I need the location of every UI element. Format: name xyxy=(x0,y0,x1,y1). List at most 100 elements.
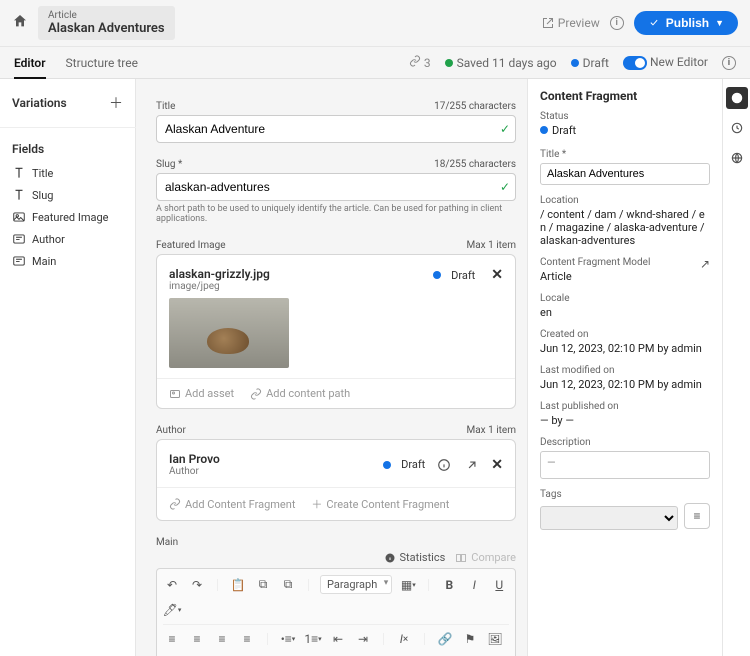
draft-status: Draft xyxy=(571,56,609,70)
link-icon[interactable]: 🔗 xyxy=(436,630,454,648)
anchor-icon[interactable]: ⚑ xyxy=(461,630,479,648)
right-title-label: Title * xyxy=(540,149,710,160)
info-icon[interactable] xyxy=(435,456,453,474)
add-content-path-button[interactable]: Add content path xyxy=(250,387,350,400)
align-justify-icon[interactable]: ≡ xyxy=(238,630,256,648)
field-slug[interactable]: Slug xyxy=(0,184,135,206)
copy-icon[interactable]: ⧉ xyxy=(254,576,272,594)
main-editor: Title 17/255 characters ✓ Slug * 18/255 … xyxy=(136,79,527,656)
editor-tabs: Editor Structure tree xyxy=(14,48,138,78)
tab-editor[interactable]: Editor xyxy=(14,48,46,78)
paste-icon[interactable]: 📋 xyxy=(229,576,247,594)
underline-icon[interactable]: U xyxy=(490,576,508,594)
clear-format-icon[interactable]: I× xyxy=(395,630,413,648)
author-box: Ian Provo Author Draft ✕ Add Content Fra… xyxy=(156,439,516,521)
ordered-list-icon[interactable]: 1≡▾ xyxy=(304,630,322,648)
checkmark-icon: ✓ xyxy=(500,122,510,136)
add-asset-button[interactable]: Add asset xyxy=(169,387,234,400)
left-panel: Variations ＋ Fields Title Slug Featured … xyxy=(0,79,136,656)
slug-help: A short path to be used to uniquely iden… xyxy=(156,204,516,224)
main-label: Main xyxy=(156,537,178,548)
slug-field: Slug * 18/255 characters ✓ A short path … xyxy=(156,159,516,224)
location-value: / content / dam / wknd-shared / en / mag… xyxy=(540,208,710,247)
create-content-fragment-button[interactable]: ＋ Create Content Fragment xyxy=(311,496,449,512)
featured-image-box: alaskan-grizzly.jpg image/jpeg Draft ✕ A… xyxy=(156,254,516,409)
info-icon[interactable]: i xyxy=(722,56,736,70)
tab-structure-tree[interactable]: Structure tree xyxy=(66,48,138,78)
asset-thumbnail[interactable] xyxy=(169,298,289,368)
open-icon[interactable] xyxy=(463,456,481,474)
asset-actions: Add asset Add content path xyxy=(157,378,515,408)
help-icon[interactable]: i xyxy=(610,16,624,30)
author-role: Author xyxy=(169,466,373,477)
breadcrumb[interactable]: Article Alaskan Adventures xyxy=(38,6,175,40)
history-tab-icon[interactable] xyxy=(726,117,748,139)
bullet-list-icon[interactable]: •≡▾ xyxy=(279,630,297,648)
slug-input[interactable] xyxy=(156,173,516,201)
modified-value: Jun 12, 2023, 02:10 PM by admin xyxy=(540,378,710,391)
table-icon[interactable]: ▦▾ xyxy=(399,576,417,594)
field-title[interactable]: Title xyxy=(0,162,135,184)
align-center-icon[interactable]: ≡ xyxy=(188,630,206,648)
cut-icon[interactable]: ⧉ xyxy=(279,576,297,594)
author-field: Author Max 1 item Ian Provo Author Draft… xyxy=(156,425,516,521)
align-left-icon[interactable]: ≡ xyxy=(163,630,181,648)
undo-icon[interactable]: ↶ xyxy=(163,576,181,594)
italic-icon[interactable]: I xyxy=(465,576,483,594)
title-charcount: 17/255 characters xyxy=(434,101,516,112)
asset-status: Draft xyxy=(433,269,475,282)
bold-icon[interactable]: B xyxy=(440,576,458,594)
slug-label: Slug * xyxy=(156,159,182,170)
sub-right: 3 Saved 11 days ago Draft New Editor i xyxy=(409,55,736,70)
block-format-select[interactable]: Paragraph xyxy=(320,575,392,594)
add-content-fragment-button[interactable]: Add Content Fragment xyxy=(169,496,295,512)
lastpub-label: Last published on xyxy=(540,401,710,412)
properties-tab-icon[interactable] xyxy=(726,87,748,109)
references-link[interactable]: 3 xyxy=(409,55,431,70)
field-author[interactable]: Author xyxy=(0,228,135,250)
right-title-input[interactable] xyxy=(540,163,710,185)
open-external-icon[interactable]: ↗ xyxy=(700,257,710,271)
publish-button[interactable]: Publish ▼ xyxy=(634,11,738,35)
remove-author-button[interactable]: ✕ xyxy=(491,457,503,473)
align-right-icon[interactable]: ≡ xyxy=(213,630,231,648)
featured-label: Featured Image xyxy=(156,240,226,251)
tags-select[interactable] xyxy=(540,506,678,530)
rte-toolbar: ↶ ↷ 📋 ⧉ ⧉ Paragraph ▦▾ B I U 🖊▾ xyxy=(156,568,516,656)
layout: Variations ＋ Fields Title Slug Featured … xyxy=(0,79,750,656)
rte-topbar: Statistics Compare xyxy=(156,551,516,564)
toggle-icon xyxy=(623,56,647,70)
description-box[interactable]: — xyxy=(540,451,710,479)
status-dot-icon xyxy=(433,271,441,279)
sub-bar: Editor Structure tree 3 Saved 11 days ag… xyxy=(0,47,750,79)
field-featured-image[interactable]: Featured Image xyxy=(0,206,135,228)
redo-icon[interactable]: ↷ xyxy=(188,576,206,594)
remove-asset-button[interactable]: ✕ xyxy=(491,267,503,283)
saved-status: Saved 11 days ago xyxy=(445,56,557,70)
home-icon[interactable] xyxy=(12,13,28,33)
indent-icon[interactable]: ⇥ xyxy=(354,630,372,648)
new-editor-toggle[interactable]: New Editor xyxy=(623,55,708,70)
asset-name: alaskan-grizzly.jpg xyxy=(169,267,421,281)
publish-label: Publish xyxy=(666,16,709,30)
tags-picker-button[interactable]: ≡ xyxy=(684,503,710,529)
locale-label: Locale xyxy=(540,293,710,304)
add-variation-button[interactable]: ＋ xyxy=(109,93,123,113)
title-input[interactable] xyxy=(156,115,516,143)
top-bar: Article Alaskan Adventures Preview i Pub… xyxy=(0,0,750,47)
image-icon[interactable]: 🖼 xyxy=(486,630,504,648)
title-field: Title 17/255 characters ✓ xyxy=(156,101,516,143)
references-tab-icon[interactable] xyxy=(726,147,748,169)
outdent-icon[interactable]: ⇤ xyxy=(329,630,347,648)
created-value: Jun 12, 2023, 02:10 PM by admin xyxy=(540,342,710,355)
statistics-button[interactable]: Statistics xyxy=(384,551,446,564)
text-color-icon[interactable]: 🖊▾ xyxy=(163,601,181,619)
variations-header: Variations ＋ xyxy=(0,87,135,119)
status-label: Status xyxy=(540,111,710,122)
preview-link[interactable]: Preview xyxy=(542,16,600,30)
author-label: Author xyxy=(156,425,186,436)
properties-panel: Content Fragment Status Draft Title * Lo… xyxy=(527,79,722,656)
field-main[interactable]: Main xyxy=(0,250,135,272)
compare-button[interactable]: Compare xyxy=(455,551,516,564)
featured-max: Max 1 item xyxy=(467,240,517,251)
